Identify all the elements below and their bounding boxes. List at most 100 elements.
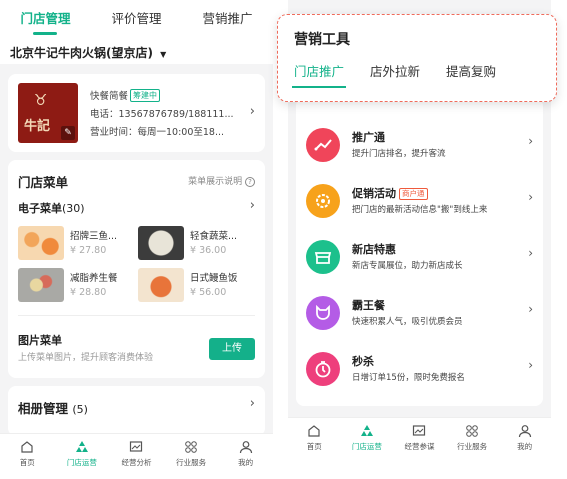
divider (18, 315, 255, 316)
home-icon (21, 441, 33, 453)
chevron-right-icon: › (528, 302, 533, 316)
chart-icon (413, 425, 426, 436)
tool-name: 推广通 (352, 131, 385, 144)
dish-price: ¥ 28.80 (70, 287, 107, 298)
chevron-right-icon[interactable]: › (250, 104, 255, 119)
nav-industry[interactable]: 行业服务 (447, 424, 497, 463)
tool-item-promotion[interactable]: 促销活动 商户通 把门店的最新活动信息"搬"到线上来 › (296, 172, 543, 228)
dish-name: 日式鳗鱼饭 (190, 273, 238, 284)
chevron-right-icon: › (528, 134, 533, 148)
e-menu-header[interactable]: 电子菜单(30) (18, 200, 85, 216)
tool-desc: 新店专属展位，助力新店成长 (352, 261, 463, 271)
nav-advisor[interactable]: 经营参谋 (394, 424, 444, 463)
album-card[interactable]: 相册管理 (5) › (8, 386, 265, 436)
dish-item[interactable]: 招牌三鱼... ¥ 27.80 (18, 226, 138, 260)
chevron-right-icon[interactable]: › (250, 396, 255, 411)
nav-home[interactable]: 首页 (289, 424, 339, 463)
pic-menu-title: 图片菜单 (18, 334, 62, 347)
caret-down-icon: ▼ (160, 50, 167, 59)
store-type-row: 快餐简餐 筹建中 (90, 88, 161, 102)
chevron-right-icon[interactable]: › (250, 198, 255, 213)
store-hours: 营业时间：每周一10:00至18... (90, 127, 225, 138)
store-type: 快餐简餐 (90, 91, 129, 102)
bottom-nav: 首页 门店运营 经营分析 行业服务 我的 (0, 433, 273, 479)
tool-item-tuiguangtong[interactable]: 推广通 提升门店排名，提升客流 › (296, 116, 543, 172)
dish-price: ¥ 36.00 (190, 245, 227, 256)
smile-icon (306, 296, 340, 330)
nav-store-ops[interactable]: 门店运营 (342, 424, 392, 463)
store-phone: 电话：13567876789/188111... (90, 109, 234, 120)
cow-icon: ♉ (34, 91, 48, 109)
tool-item-free-meal[interactable]: 霸王餐 快速积累人气，吸引优质会员 › (296, 284, 543, 340)
store-info-card[interactable]: ♉ 牛記 ✎ 快餐简餐 筹建中 电话：13567876789/188111... … (8, 74, 265, 152)
chevron-right-icon: › (528, 358, 533, 372)
grid-icon (185, 441, 197, 453)
recycle-icon (360, 425, 373, 436)
store-logo[interactable]: ♉ 牛記 ✎ (18, 83, 78, 143)
tab-repurchase[interactable]: 提高复购 (446, 61, 496, 80)
upload-button[interactable]: 上传 (209, 338, 255, 360)
tab-marketing[interactable]: 营销推广 (200, 8, 254, 27)
popup-tabs: 门店推广 店外拉新 提高复购 (291, 61, 496, 88)
grid-icon (466, 425, 478, 437)
tool-desc: 快速积累人气，吸引优质会员 (352, 317, 463, 327)
popup-title: 营销工具 (294, 32, 350, 48)
dish-image (18, 268, 64, 302)
tool-name: 秒杀 (352, 355, 374, 368)
nav-home[interactable]: 首页 (2, 440, 52, 479)
dish-price: ¥ 56.00 (190, 287, 227, 298)
shop-icon (306, 240, 340, 274)
gear-icon (306, 184, 340, 218)
tool-desc: 把门店的最新活动信息"搬"到线上来 (352, 205, 488, 215)
edit-icon[interactable]: ✎ (61, 126, 75, 140)
chart-icon (130, 441, 143, 452)
top-tabs: 门店管理 评价管理 营销推广 (0, 0, 273, 34)
nav-store-ops[interactable]: 门店运营 (57, 440, 107, 479)
nav-mine[interactable]: 我的 (500, 424, 550, 463)
store-name: 北京牛记牛肉火锅(望京店) (10, 46, 153, 60)
left-phone-screen: 门店管理 评价管理 营销推广 北京牛记牛肉火锅(望京店) ▼ ♉ 牛記 ✎ 快餐… (0, 0, 273, 479)
tab-acquire-new[interactable]: 店外拉新 (370, 61, 420, 80)
tool-name: 新店特惠 (352, 243, 396, 256)
dish-image (18, 226, 64, 260)
store-selector[interactable]: 北京牛记牛肉火锅(望京店) ▼ (0, 34, 273, 64)
chevron-right-icon: › (528, 190, 533, 204)
user-icon (239, 441, 252, 454)
nav-mine[interactable]: 我的 (221, 440, 271, 479)
user-icon (518, 425, 531, 438)
menu-hint[interactable]: 菜单展示说明 ? (188, 174, 255, 187)
dish-item[interactable]: 日式鳗鱼饭 ¥ 56.00 (138, 268, 258, 302)
tool-desc: 提升门店排名，提升客流 (352, 149, 446, 159)
tool-name: 促销活动 商户通 (352, 185, 428, 201)
pic-menu-desc: 上传菜单图片，提升顾客消费体验 (18, 353, 154, 363)
logo-text: 牛記 (24, 119, 51, 134)
tab-store-promotion[interactable]: 门店推广 (291, 61, 347, 88)
nav-analysis[interactable]: 经营分析 (111, 440, 161, 479)
tool-item-new-store[interactable]: 新店特惠 新店专属展位，助力新店成长 › (296, 228, 543, 284)
nav-industry[interactable]: 行业服务 (166, 440, 216, 479)
tool-name: 霸王餐 (352, 299, 385, 312)
bottom-nav: 首页 门店运营 经营参谋 行业服务 我的 (288, 417, 551, 463)
recycle-icon (75, 441, 88, 452)
tab-store-management[interactable]: 门店管理 (18, 8, 72, 27)
dish-price: ¥ 27.80 (70, 245, 107, 256)
menu-title: 门店菜单 (18, 175, 69, 190)
dish-name: 轻食蔬菜... (190, 231, 238, 242)
home-icon (308, 425, 320, 437)
question-icon: ? (245, 177, 255, 187)
dish-item[interactable]: 轻食蔬菜... ¥ 36.00 (138, 226, 258, 260)
trend-icon (306, 128, 340, 162)
tag-badge: 商户通 (399, 188, 428, 200)
tool-desc: 日增订单15份，限时免费报名 (352, 373, 465, 383)
marketing-tools-popup: 营销工具 门店推广 店外拉新 提高复购 (277, 14, 557, 102)
menu-card: 门店菜单 菜单展示说明 ? 电子菜单(30) › 招牌三鱼... ¥ 27.80… (8, 160, 265, 378)
dish-image (138, 268, 184, 302)
album-title: 相册管理 (5) (18, 401, 88, 416)
dish-name: 招牌三鱼... (70, 231, 118, 242)
dish-name: 减脂养生餐 (70, 273, 118, 284)
status-badge: 筹建中 (130, 89, 161, 102)
timer-icon (306, 352, 340, 386)
dish-item[interactable]: 减脂养生餐 ¥ 28.80 (18, 268, 138, 302)
tab-review-management[interactable]: 评价管理 (109, 8, 163, 27)
tool-item-flash-sale[interactable]: 秒杀 日增订单15份，限时免费报名 › (296, 340, 543, 396)
